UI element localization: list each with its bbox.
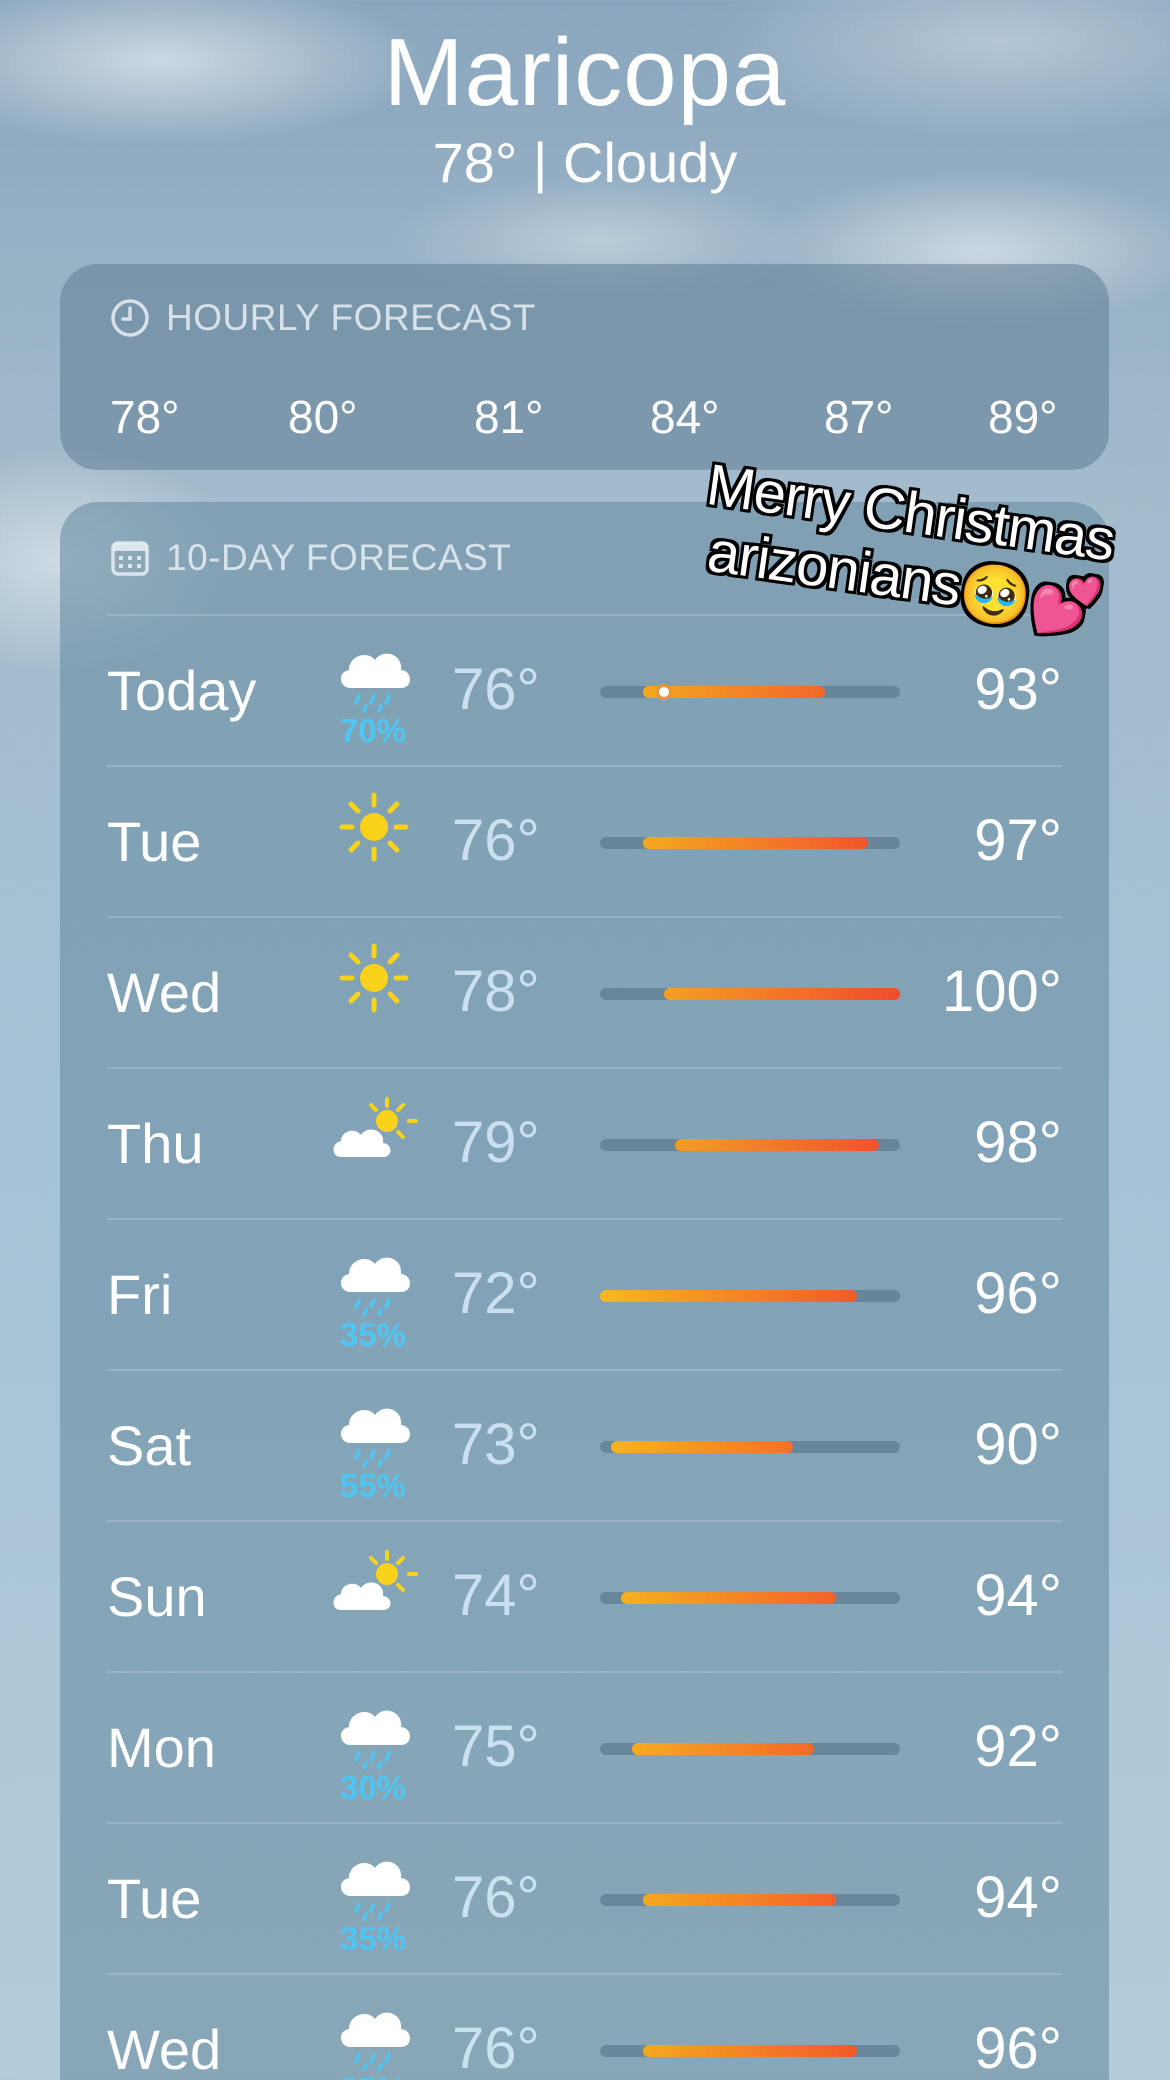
temp-range-fill xyxy=(642,1894,836,1906)
day-name: Thu xyxy=(107,1112,204,1175)
hour-temp: 87° xyxy=(824,391,894,443)
day-name: Mon xyxy=(107,1716,216,1779)
sun-icon xyxy=(329,938,419,1018)
low-temp: 75° xyxy=(452,1714,540,1779)
high-temp: 97° xyxy=(974,808,1062,873)
precip-chance: 35% xyxy=(339,1316,407,1353)
clock-icon xyxy=(110,298,150,338)
hourly-forecast-title: HOURLY FORECAST xyxy=(110,296,536,340)
day-name: Today xyxy=(107,659,257,722)
precip-chance: 55% xyxy=(339,1467,407,1504)
high-temp: 90° xyxy=(974,1412,1062,1477)
high-temp: 96° xyxy=(974,2016,1062,2080)
temp-range-bar xyxy=(600,1592,900,1604)
precip-chance: 30% xyxy=(339,1769,407,1806)
high-temp: 94° xyxy=(974,1865,1062,1930)
sun-icon xyxy=(329,787,419,867)
temp-range-bar xyxy=(600,2045,900,2057)
day-row[interactable]: Mon 30% 75° 92° xyxy=(107,1671,1062,1822)
ten-day-forecast-title: 10-DAY FORECAST xyxy=(110,536,511,580)
day-name: Wed xyxy=(107,961,222,1024)
low-temp: 76° xyxy=(452,808,540,873)
hourly-temps: 78° 80° 81° 84° 87° 89° xyxy=(60,390,1109,450)
temp-range-fill xyxy=(621,1592,836,1604)
temp-range-bar xyxy=(600,837,900,849)
day-row[interactable]: Tue 35% 76° 94° xyxy=(107,1822,1062,1973)
current-conditions: 78° | Cloudy xyxy=(432,131,738,194)
day-name: Fri xyxy=(107,1263,173,1326)
precip-chance: 35% xyxy=(339,1920,407,1957)
temp-range-fill xyxy=(642,2045,858,2057)
calendar-icon xyxy=(110,538,150,578)
hour-temp: 89° xyxy=(988,391,1058,443)
low-temp: 76° xyxy=(452,2016,540,2080)
hourly-title-text: HOURLY FORECAST xyxy=(166,297,537,338)
temp-range-fill xyxy=(600,1290,858,1302)
temp-range-bar xyxy=(600,1139,900,1151)
day-row[interactable]: Tue 76° 97° xyxy=(107,765,1062,916)
day-name: Sat xyxy=(107,1414,192,1477)
hour-temp: 80° xyxy=(288,391,358,443)
cloud-rain-icon xyxy=(329,636,419,716)
high-temp: 94° xyxy=(974,1563,1062,1628)
temp-range-bar xyxy=(600,1441,900,1453)
temp-range-bar xyxy=(600,1894,900,1906)
day-name: Wed xyxy=(107,2018,222,2080)
low-temp: 79° xyxy=(452,1110,540,1175)
low-temp: 73° xyxy=(452,1412,540,1477)
location-header: Maricopa 78° | Cloudy xyxy=(0,18,1170,198)
low-temp: 78° xyxy=(452,959,540,1024)
hour-temp: 81° xyxy=(474,391,544,443)
emoji-hearts-icon: 🥹💕 xyxy=(955,557,1106,642)
temp-range-fill xyxy=(675,1139,879,1151)
cloud-rain-icon xyxy=(329,1995,419,2075)
partly-cloudy-icon xyxy=(329,1542,419,1622)
temp-range-bar xyxy=(600,1290,900,1302)
temp-range-fill xyxy=(632,1743,815,1755)
precip-chance: 35% xyxy=(313,2071,433,2080)
temp-range-bar xyxy=(600,684,900,700)
high-temp: 96° xyxy=(974,1261,1062,1326)
hour-temp: 78° xyxy=(110,391,180,443)
day-row[interactable]: Sun 74° 94° xyxy=(107,1520,1062,1671)
day-row[interactable]: Wed 78° 100° xyxy=(107,916,1062,1067)
hourly-forecast-card[interactable]: HOURLY FORECAST 78° 80° 81° 84° 87° 89° xyxy=(60,264,1109,470)
cloud-rain-icon xyxy=(329,1693,419,1773)
day-name: Sun xyxy=(107,1565,207,1628)
day-name: Tue xyxy=(107,810,202,873)
ten-day-title-text: 10-DAY FORECAST xyxy=(166,537,512,578)
ten-day-forecast-card[interactable]: 10-DAY FORECAST Today 70% 76° 93° Tue 76°… xyxy=(60,502,1109,2080)
temp-range-fill xyxy=(664,988,900,1000)
day-row[interactable]: Thu 79° 98° xyxy=(107,1067,1062,1218)
precip-chance: 70% xyxy=(339,712,407,749)
low-temp: 74° xyxy=(452,1563,540,1628)
temp-range-bar xyxy=(600,1743,900,1755)
low-temp: 72° xyxy=(452,1261,540,1326)
low-temp: 76° xyxy=(452,1865,540,1930)
high-temp: 100° xyxy=(942,959,1062,1024)
temp-range-bar xyxy=(600,988,900,1000)
hour-temp: 84° xyxy=(650,391,720,443)
temp-range-fill xyxy=(610,1441,793,1453)
day-row[interactable]: Wed 35% 76° 96° xyxy=(107,1973,1062,2080)
high-temp: 92° xyxy=(974,1714,1062,1779)
city-name: Maricopa xyxy=(383,19,787,126)
cloud-rain-icon xyxy=(329,1844,419,1924)
cloud-rain-icon xyxy=(329,1240,419,1320)
day-row[interactable]: Fri 35% 72° 96° xyxy=(107,1218,1062,1369)
cloud-rain-icon xyxy=(329,1391,419,1471)
low-temp: 76° xyxy=(452,657,540,722)
day-row[interactable]: Sat 55% 73° 90° xyxy=(107,1369,1062,1520)
temp-range-fill xyxy=(642,837,868,849)
high-temp: 98° xyxy=(974,1110,1062,1175)
partly-cloudy-icon xyxy=(329,1089,419,1169)
day-name: Tue xyxy=(107,1867,202,1930)
